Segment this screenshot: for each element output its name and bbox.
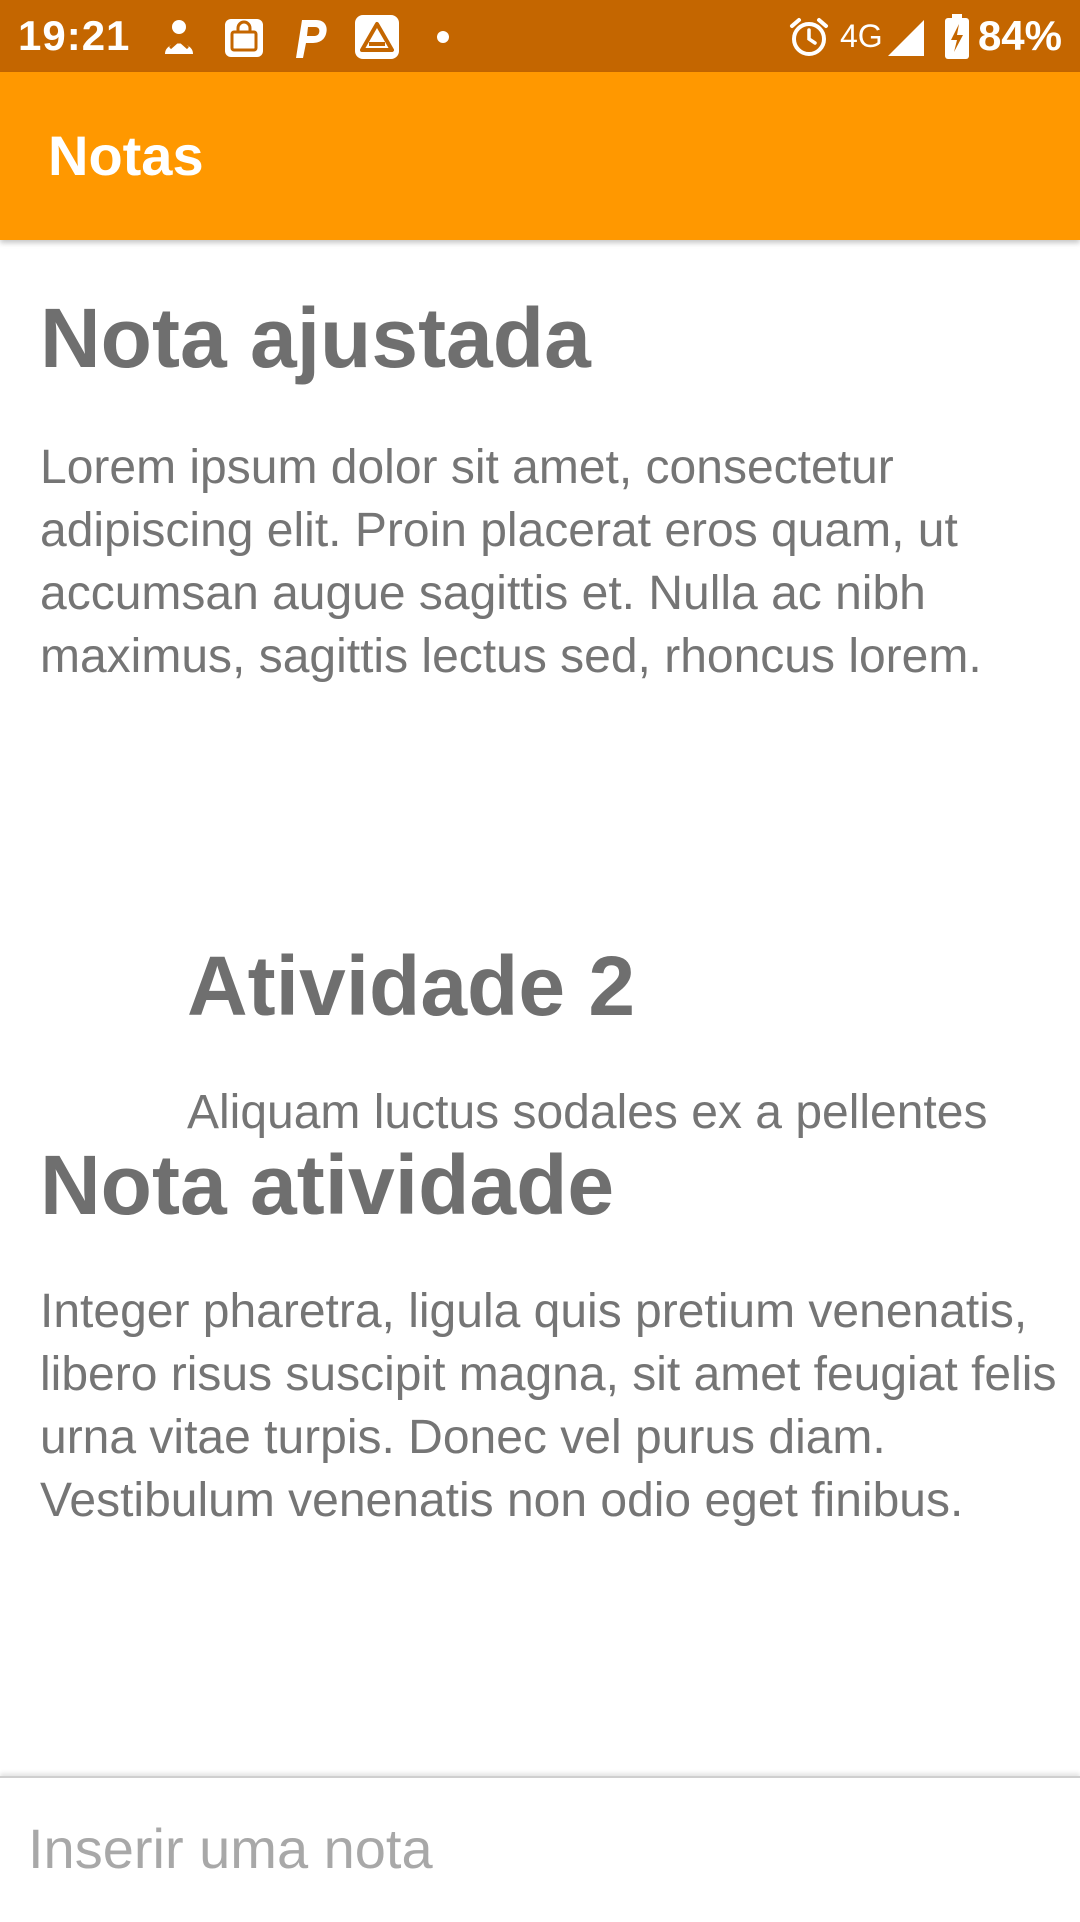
status-bar: 19:21 4G 84%: [0, 0, 1080, 72]
note-title: Atividade 2: [187, 939, 636, 1033]
app-title: Notas: [48, 124, 204, 187]
signal-icon: [888, 20, 924, 56]
app-bar: Notas: [0, 72, 1080, 240]
note-body: Aliquam luctus sodales ex a pellentes: [187, 1086, 988, 1139]
note-title: Nota ajustada: [40, 291, 591, 385]
note-body: Integer pharetra, ligula quis pretium ve…: [40, 1285, 1057, 1527]
battery-percentage: 84%: [977, 12, 1062, 59]
note-body: Lorem ipsum dolor sit amet, consectetur …: [40, 441, 982, 683]
note-title: Nota atividade: [40, 1138, 615, 1232]
note-input[interactable]: [28, 1798, 1052, 1898]
shopping-bag-icon: [225, 19, 263, 57]
p-app-icon: [296, 20, 327, 58]
note-input-bar: [0, 1776, 1080, 1922]
alarm-icon: [790, 18, 828, 56]
dot-icon: [437, 31, 449, 43]
battery-charging-icon: [945, 14, 969, 59]
triangle-app-icon: [355, 15, 399, 59]
network-type: 4G: [840, 18, 883, 54]
person-notification-icon: [165, 20, 193, 54]
status-time: 19:21: [18, 12, 131, 59]
notes-list[interactable]: Nota ajustada Lorem ipsum dolor sit amet…: [0, 240, 1080, 1776]
